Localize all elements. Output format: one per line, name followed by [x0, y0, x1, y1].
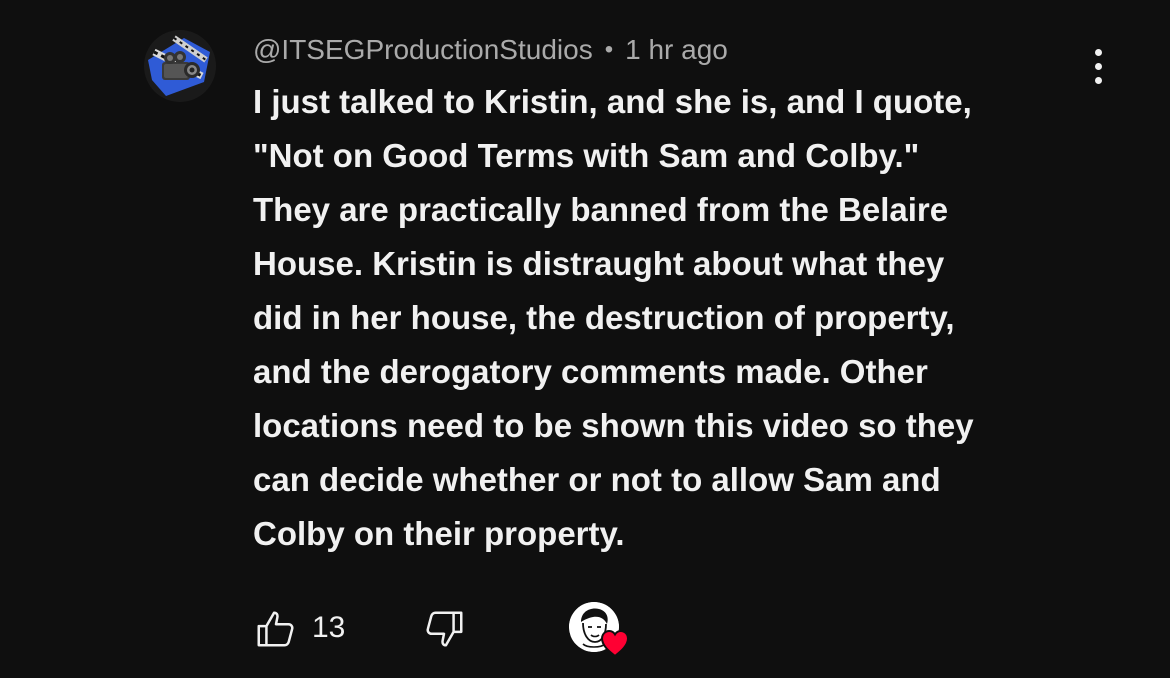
comment-body-line: Colby on their property.: [253, 515, 625, 552]
author-avatar[interactable]: [144, 30, 216, 102]
comment-body-line: "Not on Good Terms with Sam and Colby.": [253, 137, 920, 174]
header-separator: •: [604, 36, 614, 63]
more-vertical-icon: [1094, 76, 1102, 84]
more-vertical-icon: [1094, 48, 1102, 56]
comment-thread: @ITSEGProductionStudios • 1 hr ago I jus…: [0, 0, 1170, 678]
comment-body-line: and the derogatory comments made. Other: [253, 353, 928, 390]
comment-action-menu-button[interactable]: [1080, 44, 1116, 88]
comment-body-line: I just talked to Kristin, and she is, an…: [253, 83, 972, 120]
comment-body-line: House. Kristin is distraught about what …: [253, 245, 945, 282]
comment-body-line: can decide whether or not to allow Sam a…: [253, 461, 941, 498]
thumbs-down-icon: [426, 611, 463, 647]
comment-body-line: They are practically banned from the Bel…: [253, 191, 949, 228]
like-count: 13: [312, 611, 346, 644]
more-vertical-icon: [1094, 62, 1102, 70]
comment-body: I just talked to Kristin, and she is, an…: [253, 75, 1083, 561]
heart-icon: [600, 629, 630, 658]
thumbs-up-icon: [257, 611, 294, 647]
dislike-button[interactable]: [421, 606, 467, 652]
comment-body-line: locations need to be shown this video so…: [253, 407, 974, 444]
comment-actions: 13: [253, 600, 673, 658]
comment-header: @ITSEGProductionStudios • 1 hr ago: [253, 30, 728, 70]
camera-avatar-icon: [144, 30, 216, 102]
creator-heart-badge[interactable]: [569, 602, 633, 660]
comment-timestamp[interactable]: 1 hr ago: [625, 34, 728, 66]
author-name[interactable]: @ITSEGProductionStudios: [253, 34, 593, 66]
comment-body-line: did in her house, the destruction of pro…: [253, 299, 955, 336]
like-button[interactable]: [253, 606, 299, 652]
